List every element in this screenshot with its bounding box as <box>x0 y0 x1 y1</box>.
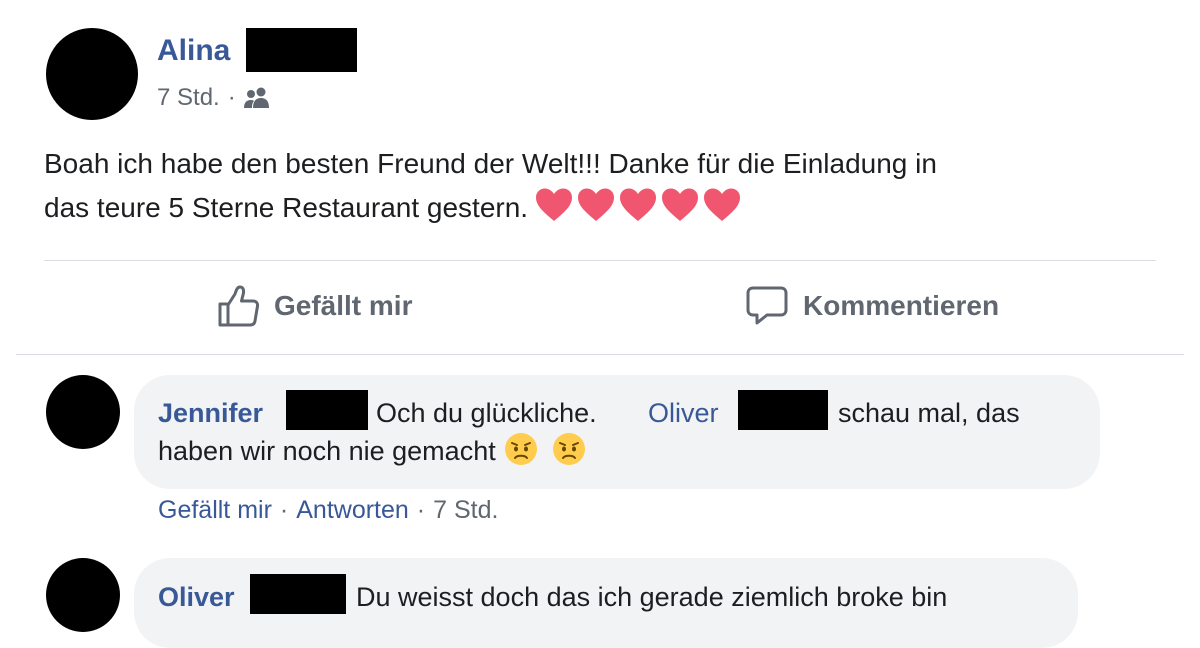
comment-actions-separator: · <box>416 496 426 524</box>
post-author-name[interactable]: Alina <box>157 34 230 68</box>
comment-button-label: Kommentieren <box>803 290 1000 321</box>
heart-icon <box>536 188 573 221</box>
post-text-line-1: Boah ich habe den besten Freund der Welt… <box>44 148 937 179</box>
heart-icon <box>662 188 699 221</box>
comment-text: Jennifer Och du glückliche. Oliver schau… <box>158 394 1078 470</box>
friends-icon[interactable] <box>242 86 272 110</box>
actions-divider <box>16 354 1184 355</box>
comment-text-line-1: Jennifer Och du glückliche. Oliver schau… <box>158 394 1078 432</box>
heart-icon <box>620 188 657 221</box>
comment-actions-separator: · <box>279 496 289 524</box>
post-author-avatar[interactable] <box>46 28 138 120</box>
comment-mention[interactable]: Oliver <box>648 394 719 432</box>
worried-face-icon <box>552 433 585 465</box>
comment-actions: Gefällt mir · Antworten · 7 Std. <box>158 496 498 525</box>
comment-text-line-2: haben wir noch nie gemacht <box>158 432 1078 470</box>
comment-like-link[interactable]: Gefällt mir <box>158 496 272 525</box>
post-timestamp[interactable]: 7 Std. <box>157 84 220 112</box>
comment-text: Oliver Du weisst doch das ich gerade zie… <box>158 578 1058 616</box>
meta-separator: · <box>227 84 236 111</box>
comment-avatar[interactable] <box>46 558 120 632</box>
post-text: Boah ich habe den besten Freund der Welt… <box>44 142 1154 230</box>
comment-text-part-1: Och du glückliche. <box>376 398 597 428</box>
thumbs-up-icon <box>218 285 260 327</box>
comment-author-name[interactable]: Oliver <box>158 578 235 616</box>
comment-reply-link[interactable]: Antworten <box>296 496 409 525</box>
like-button-label: Gefällt mir <box>274 290 413 321</box>
comment-avatar[interactable] <box>46 375 120 449</box>
comment-text-line-2-text: haben wir noch nie gemacht <box>158 436 496 466</box>
comment-text-part-2: schau mal, das <box>838 398 1020 428</box>
redacted-surname <box>246 28 357 72</box>
worried-face-icon <box>504 433 537 465</box>
heart-icon <box>578 188 615 221</box>
like-button[interactable]: Gefällt mir <box>216 284 412 328</box>
comment-timestamp[interactable]: 7 Std. <box>433 496 498 525</box>
post-text-line-2-text: das teure 5 Sterne Restaurant gestern. <box>44 192 529 223</box>
hearts-emoji-group <box>534 187 744 223</box>
speech-bubble-icon <box>746 286 788 325</box>
post-divider <box>44 260 1156 261</box>
post-meta: 7 Std. · <box>157 84 272 112</box>
comment-button[interactable]: Kommentieren <box>745 284 999 328</box>
heart-icon <box>704 188 741 221</box>
comment-author-name[interactable]: Jennifer <box>158 394 263 432</box>
post-text-line-2: das teure 5 Sterne Restaurant gestern. <box>44 186 1154 230</box>
comment-text-body: Du weisst doch das ich gerade ziemlich b… <box>356 582 948 612</box>
